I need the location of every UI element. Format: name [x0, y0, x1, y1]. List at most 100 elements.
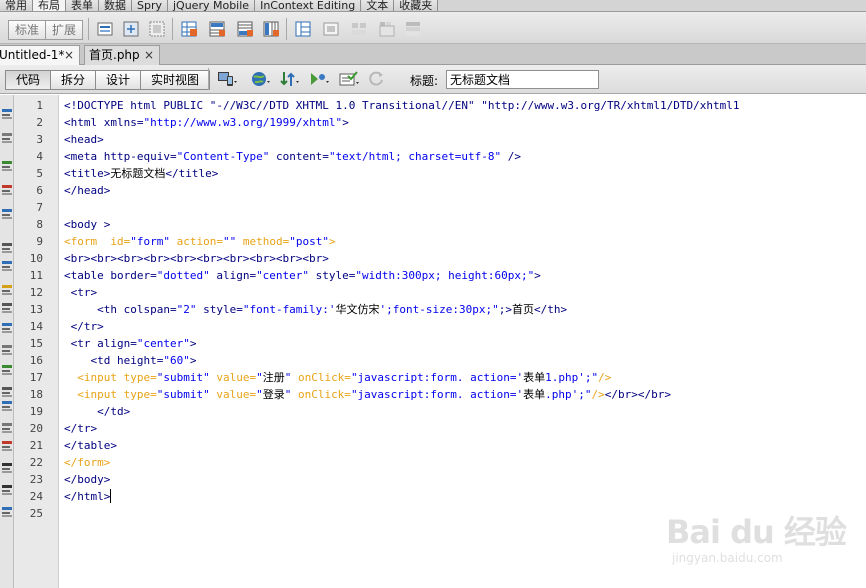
- code-line[interactable]: </form>: [64, 454, 866, 471]
- close-tab-icon[interactable]: ×: [144, 46, 154, 64]
- live-view-button[interactable]: 实时视图: [141, 70, 211, 90]
- insert-tab-4[interactable]: Spry: [132, 0, 168, 11]
- code-line[interactable]: </tr>: [64, 318, 866, 335]
- code-line[interactable]: <th colspan="2" style="font-family:'华文仿宋…: [64, 301, 866, 318]
- code-line[interactable]: </body>: [64, 471, 866, 488]
- design-view-button[interactable]: 设计: [96, 70, 142, 90]
- line-number: 25: [29, 507, 43, 520]
- code-token: action=: [169, 235, 223, 248]
- document-title-input[interactable]: [446, 70, 599, 89]
- code-token: ';font-size:30px;": [379, 303, 499, 316]
- code-line[interactable]: </head>: [64, 182, 866, 199]
- wrap-tag-icon[interactable]: [0, 399, 14, 413]
- ap-div-icon[interactable]: [122, 20, 140, 38]
- code-line[interactable]: [64, 199, 866, 216]
- code-token: "60": [163, 354, 190, 367]
- code-line[interactable]: <form id="form" action="" method="post">: [64, 233, 866, 250]
- code-line[interactable]: <meta http-equiv="Content-Type" content=…: [64, 148, 866, 165]
- line-number: 5: [36, 167, 43, 180]
- validate-markup-icon[interactable]: [338, 69, 360, 89]
- insert-tab-7[interactable]: 文本: [361, 0, 395, 11]
- code-line[interactable]: </tr>: [64, 420, 866, 437]
- spry-accordion-icon[interactable]: [404, 20, 422, 38]
- select-parent-tag-icon[interactable]: [0, 207, 14, 221]
- code-line[interactable]: </td>: [64, 403, 866, 420]
- syntax-coloring-icon[interactable]: [0, 301, 14, 315]
- code-line[interactable]: <tr align="center">: [64, 335, 866, 352]
- code-line[interactable]: <td height="60">: [64, 352, 866, 369]
- collapse-selection-icon[interactable]: [0, 159, 14, 173]
- code-token: method=: [236, 235, 290, 248]
- line-number: 15: [29, 337, 43, 350]
- highlight-invalid-icon[interactable]: [0, 283, 14, 297]
- insert-tab-8[interactable]: 收藏夹: [394, 0, 439, 11]
- code-line[interactable]: </table>: [64, 437, 866, 454]
- code-content[interactable]: <!DOCTYPE html PUBLIC "-//W3C//DTD XHTML…: [64, 97, 866, 522]
- code-line[interactable]: <head>: [64, 131, 866, 148]
- remove-comment-icon[interactable]: [0, 385, 14, 399]
- expand-all-icon[interactable]: [0, 183, 14, 197]
- line-number: 4: [36, 150, 43, 163]
- insert-tab-3[interactable]: 数据: [99, 0, 132, 11]
- code-token: 表单: [523, 371, 546, 384]
- info-bar-icon[interactable]: [0, 343, 14, 357]
- recent-snippets-icon[interactable]: [0, 421, 14, 435]
- tab-untitled-1[interactable]: Untitled-1* ×: [0, 45, 80, 65]
- insert-tab-0[interactable]: 常用: [0, 0, 33, 11]
- tab-index-php[interactable]: 首页.php ×: [84, 45, 160, 65]
- line-number: 18: [29, 388, 43, 401]
- insert-div-icon[interactable]: [96, 20, 114, 38]
- iframe-icon[interactable]: [322, 20, 340, 38]
- code-token: value=: [209, 388, 257, 401]
- document-toolbar: 代码 拆分 设计 实时视图 标题:: [0, 65, 866, 94]
- preview-browser-icon[interactable]: [249, 69, 271, 89]
- insert-column-left-icon[interactable]: [262, 20, 280, 38]
- format-source-icon[interactable]: [0, 505, 14, 519]
- code-line[interactable]: <!DOCTYPE html PUBLIC "-//W3C//DTD XHTML…: [64, 97, 866, 114]
- insert-row-below-icon[interactable]: [236, 20, 254, 38]
- frames-icon[interactable]: [294, 20, 312, 38]
- code-line[interactable]: <input type="submit" value="注册" onClick=…: [64, 369, 866, 386]
- insert-tab-5[interactable]: jQuery Mobile: [168, 0, 256, 11]
- code-line[interactable]: <table border="dotted" align="center" st…: [64, 267, 866, 284]
- outdent-icon[interactable]: [0, 483, 14, 497]
- move-css-icon[interactable]: [0, 439, 14, 453]
- code-line[interactable]: <tr>: [64, 284, 866, 301]
- table-icon[interactable]: [180, 20, 198, 38]
- line-number: 24: [29, 490, 43, 503]
- code-line[interactable]: <body >: [64, 216, 866, 233]
- balance-braces-icon[interactable]: [0, 241, 14, 255]
- multiscreen-icon[interactable]: [216, 69, 238, 89]
- line-numbers-icon[interactable]: [0, 259, 14, 273]
- code-token: <tr>: [64, 286, 98, 299]
- check-browser-icon[interactable]: [308, 69, 330, 89]
- collapse-tag-icon[interactable]: [0, 131, 14, 145]
- insert-tab-2[interactable]: 表单: [66, 0, 99, 11]
- fluid-grid-icon[interactable]: [148, 20, 166, 38]
- apply-comment-icon[interactable]: [0, 363, 14, 377]
- code-line[interactable]: <br><br><br><br><br><br><br><br><br><br>: [64, 250, 866, 267]
- open-documents-icon[interactable]: [0, 107, 14, 121]
- split-view-button[interactable]: 拆分: [51, 70, 97, 90]
- insert-tab-1[interactable]: 布局: [33, 0, 66, 11]
- standard-mode-button[interactable]: 标准: [8, 20, 47, 40]
- expanded-mode-button[interactable]: 扩展: [46, 20, 84, 40]
- insert-tab-6[interactable]: InContext Editing: [255, 0, 362, 11]
- line-number: 19: [29, 405, 43, 418]
- code-line[interactable]: <input type="submit" value="登录" onClick=…: [64, 386, 866, 403]
- insert-row-above-icon[interactable]: [208, 20, 226, 38]
- spry-tabbed-icon[interactable]: [378, 20, 396, 38]
- spry-menu-icon[interactable]: [350, 20, 368, 38]
- baidu-jingyan-watermark: Bai du 经验 jingyan.baidu.com: [660, 503, 850, 583]
- close-tab-icon[interactable]: ×: [64, 46, 74, 64]
- word-wrap-icon[interactable]: [0, 321, 14, 335]
- file-management-icon[interactable]: [278, 69, 300, 89]
- code-token: <br><br><br><br><br><br><br><br><br><br>: [64, 252, 329, 265]
- code-token: "submit": [156, 371, 210, 384]
- code-line[interactable]: <html xmlns="http://www.w3.org/1999/xhtm…: [64, 114, 866, 131]
- indent-icon[interactable]: [0, 461, 14, 475]
- code-view-button[interactable]: 代码: [5, 70, 52, 90]
- code-token: "form": [130, 235, 170, 248]
- code-line[interactable]: <title>无标题文档</title>: [64, 165, 866, 182]
- refresh-icon[interactable]: [366, 69, 388, 89]
